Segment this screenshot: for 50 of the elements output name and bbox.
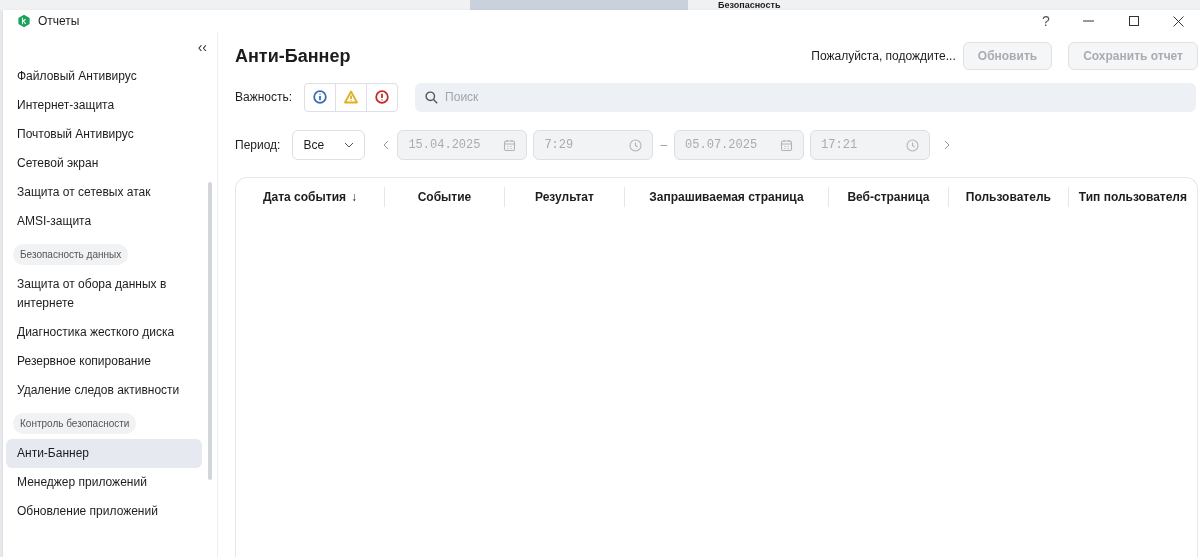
scrollbar-thumb[interactable] [208,182,212,480]
sidebar-item[interactable]: Почтовый Антивирус [6,120,202,149]
sidebar-item[interactable]: Обновление приложений [6,497,202,526]
close-icon [1172,15,1184,27]
importance-label: Важность: [235,89,293,106]
sidebar-item[interactable]: Удаление следов активности [6,376,202,405]
column-header[interactable]: Результат [534,188,594,206]
sidebar-item[interactable]: Диагностика жесткого диска [6,318,202,347]
shield-logo-icon [17,14,31,28]
column-header[interactable]: Дата события [263,188,346,206]
sidebar-item[interactable]: Анти-Баннер [6,439,202,468]
column-header[interactable]: Веб-страница [847,188,930,206]
sidebar-item[interactable]: Интернет-защита [6,91,202,120]
window-title: Отчеты [38,13,80,30]
maximize-icon [1129,16,1139,26]
background-window-title: Безопасность [718,0,781,10]
column-header[interactable]: Запрашиваемая страница [649,188,804,206]
sidebar-item[interactable]: Защита от обора данных в интернете [6,270,202,318]
importance-toggle[interactable] [304,82,337,112]
period-label: Период: [235,137,281,154]
minimize-icon [1082,20,1094,22]
sidebar-item[interactable]: Менеджер приложений [6,468,202,497]
calendar-icon [503,138,517,152]
column-header[interactable]: Пользователь [965,188,1051,206]
sidebar-item[interactable]: Резервное копирование [6,347,202,376]
importance-toggle[interactable] [335,82,368,112]
page-title: Анти-Баннер [235,44,351,68]
calendar-icon [780,138,794,152]
importance-toggle[interactable] [366,82,399,112]
range-separator: – [660,137,668,154]
sidebar-group-label: Безопасность данных [13,244,129,265]
clock-icon [629,138,643,152]
column-header[interactable]: Событие [417,188,472,206]
sidebar-item[interactable]: Защита от сетевых атак [6,178,202,207]
sidebar-group-label: Контроль безопасности [13,413,137,434]
search-field[interactable]: Поиск [415,82,1196,112]
column-header[interactable]: Тип пользователя [1078,188,1187,206]
status-text: Пожалуйста, подождите... [811,48,956,65]
collapse-button[interactable]: ‹‹ [197,35,207,58]
chevron-down-icon [344,142,355,148]
sort-indicator[interactable]: ↓ [351,188,357,206]
sidebar-item[interactable]: Файловый Антивирус [6,62,202,91]
chevron-right-icon [944,140,951,150]
help-button[interactable]: ? [1028,10,1064,32]
sidebar-item[interactable]: AMSI-защита [6,207,202,236]
chevron-left-icon [383,140,390,150]
search-icon [425,90,439,104]
clock-icon [906,138,920,152]
period-dropdown[interactable]: Все [292,130,366,160]
sidebar-item[interactable]: Сетевой экран [6,149,202,178]
